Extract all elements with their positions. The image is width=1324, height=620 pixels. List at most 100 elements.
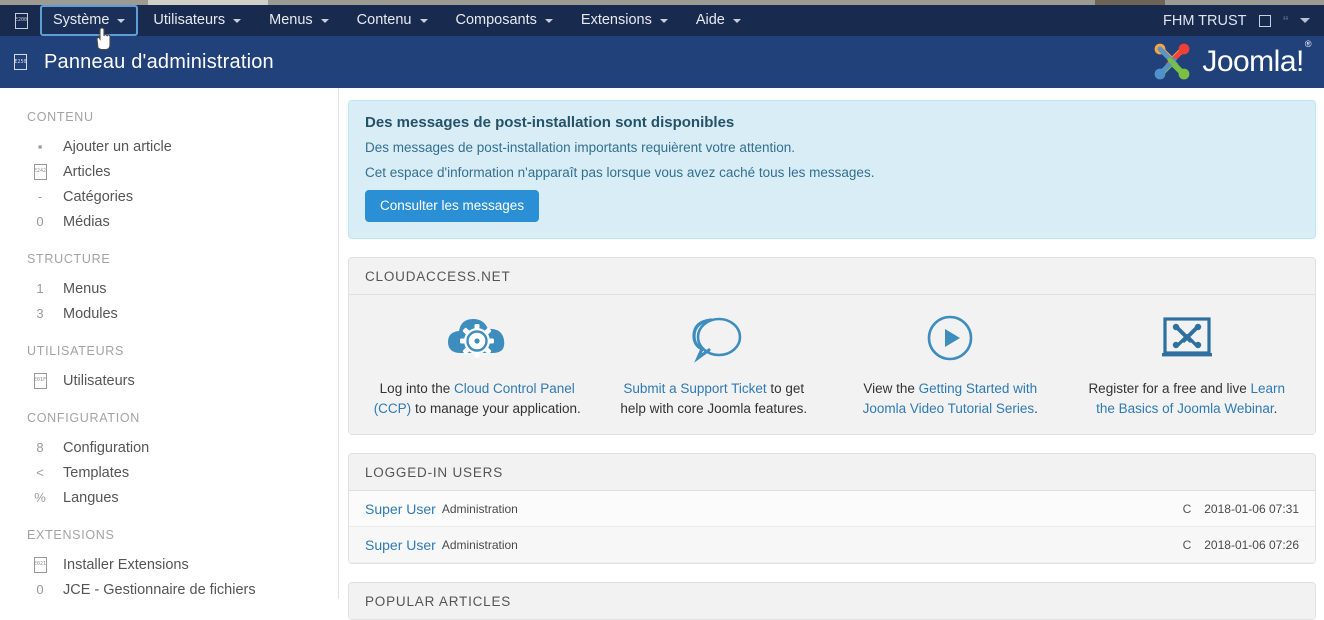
cloudaccess-cell-video: View the Getting Started with Joomla Vid… <box>832 303 1069 418</box>
text-after: . <box>1273 400 1278 416</box>
sidebar-group-title: EXTENSIONS <box>27 528 115 542</box>
joomla-brand-icon[interactable]: E200 <box>10 11 32 31</box>
sidebar-item-label: Catégories <box>63 188 134 205</box>
sidebar-item-installer-extensions[interactable]: E021 Installer Extensions <box>27 552 338 577</box>
sidebar-item-utilisateurs[interactable]: E01F Utilisateurs <box>27 368 338 393</box>
site-name-label[interactable]: FHM TRUST <box>1163 13 1247 29</box>
joomla-mark-icon <box>1154 43 1190 80</box>
menu-item-label: Composants <box>455 12 537 28</box>
menu-item-composants[interactable]: Composants <box>443 5 566 36</box>
cloudaccess-heading: CLOUDACCESS.NET <box>349 258 1315 295</box>
sidebar-item-label: JCE - Gestionnaire de fichiers <box>63 581 256 598</box>
menubar-right-cluster: FHM TRUST “ <box>1163 13 1324 29</box>
client-flag-icon: C <box>1182 537 1192 552</box>
chevron-down-icon[interactable] <box>1300 18 1310 23</box>
images-icon: 0 <box>36 214 44 229</box>
sidebar-group-contenu: CONTENU ▪ Ajouter un article E242 Articl… <box>27 110 338 234</box>
article-icon: E242 <box>27 163 53 180</box>
text-before: Log into the <box>379 381 454 396</box>
menu-item-label: Système <box>53 12 110 28</box>
sidebar-item-menus[interactable]: 1 Menus <box>27 276 338 301</box>
submit-support-ticket-link[interactable]: Submit a Support Ticket <box>623 381 766 396</box>
sidebar-item-templates[interactable]: < Templates <box>27 460 338 485</box>
menu-item-aide[interactable]: Aide <box>683 5 754 36</box>
quote-icon[interactable]: “ <box>1283 13 1289 28</box>
menu-item-label: Aide <box>695 12 725 28</box>
menu-item-systeme[interactable]: Système <box>40 5 139 36</box>
cloudaccess-cell-text: Log into the Cloud Control Panel (CCP) t… <box>373 379 582 418</box>
sidebar-item-ajouter-un-article[interactable]: ▪ Ajouter un article <box>27 134 338 159</box>
cloudaccess-cell-text: View the Getting Started with Joomla Vid… <box>846 379 1055 418</box>
cloud-gear-icon <box>373 307 582 369</box>
main-content: Des messages de post-installation sont d… <box>340 88 1324 620</box>
tofu-glyph-icon: E200 <box>14 12 28 29</box>
user-name-link[interactable]: Super User <box>365 501 436 517</box>
sidebar-item-langues[interactable]: % Langues <box>27 485 338 510</box>
text-after: . <box>1034 400 1038 416</box>
chevron-down-icon <box>117 19 126 23</box>
chevron-down-icon <box>320 19 329 23</box>
external-link-icon[interactable] <box>1258 14 1271 27</box>
sidebar-group-title: UTILISATEURS <box>27 344 125 358</box>
cloudaccess-cell-support: Submit a Support Ticket to get help with… <box>596 303 833 418</box>
sidebar-item-medias[interactable]: 0 Médias <box>27 209 338 234</box>
popular-articles-panel: POPULAR ARTICLES <box>348 582 1316 620</box>
menu-item-label: Contenu <box>356 12 412 28</box>
menu-item-label: Utilisateurs <box>153 12 226 28</box>
users-icon: E01F <box>27 372 53 389</box>
popular-articles-heading: POPULAR ARTICLES <box>349 583 1315 620</box>
sidebar-item-label: Modules <box>63 305 118 322</box>
cloudaccess-cell-text: Register for a free and live Learn the B… <box>1083 379 1292 418</box>
sidebar-item-articles[interactable]: E242 Articles <box>27 159 338 184</box>
user-row-meta: C 2018-01-06 07:31 <box>1183 502 1299 516</box>
cloudaccess-cell-ccp: Log into the Cloud Control Panel (CCP) t… <box>359 303 596 418</box>
folder-icon: - <box>37 189 43 204</box>
chevron-down-icon <box>233 19 242 23</box>
page-header-bar: E250 Panneau d'administration Joomla!® <box>0 36 1324 88</box>
menu-icon: 1 <box>36 281 44 296</box>
modules-icon: 3 <box>36 306 44 321</box>
chevron-down-icon <box>732 19 741 23</box>
alert-title: Des messages de post-installation sont d… <box>365 114 735 131</box>
sidebar-group-title: STRUCTURE <box>27 252 111 266</box>
sidebar-item-modules[interactable]: 3 Modules <box>27 301 338 326</box>
menu-item-menus[interactable]: Menus <box>256 5 342 36</box>
sidebar-item-label: Templates <box>63 464 130 481</box>
file-icon: 0 <box>36 582 44 597</box>
menu-item-extensions[interactable]: Extensions <box>568 5 681 36</box>
sidebar-item-label: Langues <box>63 489 119 506</box>
plus-icon: ▪ <box>37 139 43 154</box>
chevron-down-icon <box>544 19 553 23</box>
logged-in-users-heading: LOGGED-IN USERS <box>349 454 1315 492</box>
paint-icon: < <box>36 465 44 480</box>
language-icon: % <box>34 490 46 505</box>
cloudaccess-cell-webinar: Register for a free and live Learn the B… <box>1069 303 1306 418</box>
menu-item-contenu[interactable]: Contenu <box>344 5 441 36</box>
dashboard-tofu-icon: E250 <box>14 54 27 70</box>
cloudaccess-cell-text: Submit a Support Ticket to get help with… <box>610 379 819 418</box>
sidebar-item-label: Médias <box>63 213 110 230</box>
sidebar-group-title: CONTENU <box>27 110 94 124</box>
admin-sidebar: CONTENU ▪ Ajouter un article E242 Articl… <box>0 88 339 599</box>
sidebar-group-title: CONFIGURATION <box>27 411 141 425</box>
cloudaccess-panel: CLOUDACCESS.NET Log into the Cloud Contr… <box>348 257 1316 436</box>
sidebar-group-structure: STRUCTURE 1 Menus 3 Modules <box>27 252 338 326</box>
sidebar-item-label: Configuration <box>63 439 150 456</box>
sidebar-item-configuration[interactable]: 8 Configuration <box>27 435 338 460</box>
table-row[interactable]: Super User Administration C 2018-01-06 0… <box>349 491 1315 528</box>
menu-item-label: Extensions <box>580 12 652 28</box>
menu-item-utilisateurs[interactable]: Utilisateurs <box>140 5 254 36</box>
sidebar-item-jce-gestionnaire-de-fichiers[interactable]: 0 JCE - Gestionnaire de fichiers <box>27 577 338 602</box>
user-name-link[interactable]: Super User <box>365 537 436 553</box>
table-row[interactable]: Super User Administration C 2018-01-06 0… <box>349 527 1315 564</box>
sidebar-item-label: Utilisateurs <box>63 372 135 389</box>
last-activity-timestamp: 2018-01-06 07:26 <box>1204 537 1299 552</box>
post-install-alert: Des messages de post-installation sont d… <box>348 100 1316 239</box>
text-after: to manage your application. <box>411 400 581 416</box>
sidebar-item-categories[interactable]: - Catégories <box>27 184 338 209</box>
user-row-meta: C 2018-01-06 07:26 <box>1183 538 1299 552</box>
joomla-logo: Joomla!® <box>1150 39 1312 83</box>
text-before: Register for a free and live <box>1088 381 1251 396</box>
consulter-les-messages-button[interactable]: Consulter les messages <box>365 190 540 222</box>
sidebar-item-label: Installer Extensions <box>63 556 189 573</box>
